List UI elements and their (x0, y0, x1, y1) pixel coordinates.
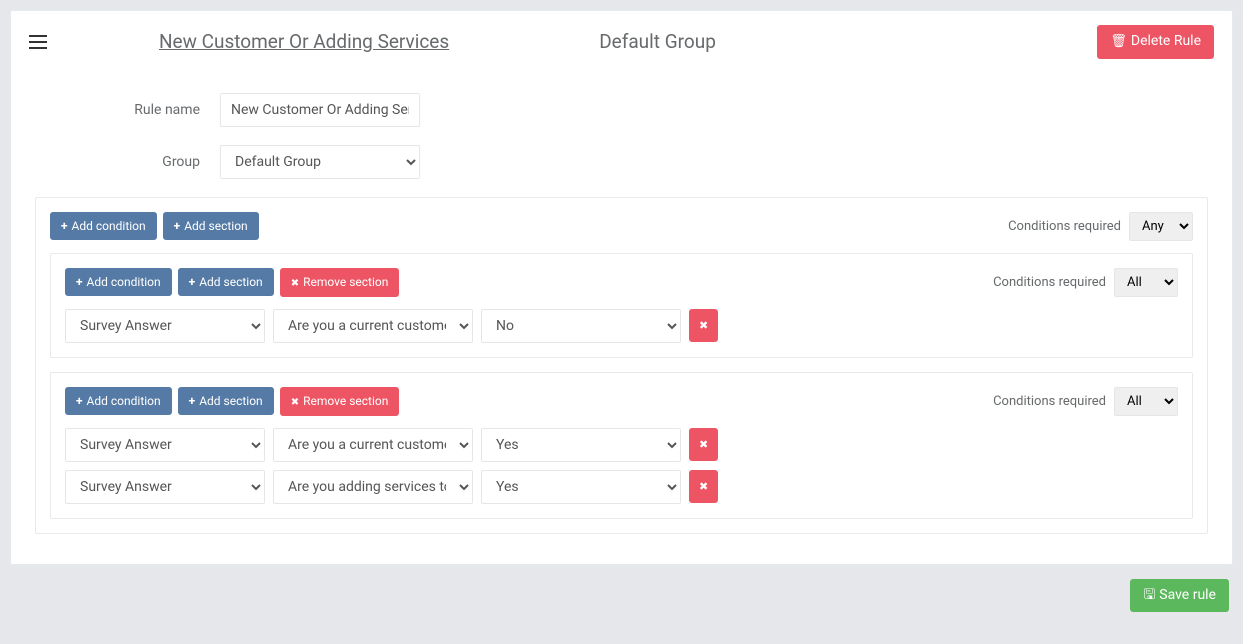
remove-condition-button[interactable] (689, 428, 718, 462)
condition-answer-select[interactable]: Yes (481, 470, 681, 504)
close-icon (291, 393, 303, 410)
close-icon (699, 435, 708, 455)
rule-name-label: Rule name (35, 102, 220, 118)
add-section-label: Add section (184, 218, 248, 235)
condition-question-select[interactable]: Are you a current customer? (273, 428, 473, 462)
save-rule-button[interactable]: Save rule (1130, 579, 1229, 613)
delete-rule-button[interactable]: Delete Rule (1097, 25, 1214, 59)
condition-row: Survey Answer Are you a current customer… (65, 428, 1178, 462)
add-section-button[interactable]: Add section (178, 387, 274, 416)
add-section-button[interactable]: Add section (163, 212, 259, 241)
section-toolbar: Add condition Add section Remove section… (65, 268, 1178, 297)
close-icon (699, 316, 708, 336)
condition-type-select[interactable]: Survey Answer (65, 428, 265, 462)
add-condition-button[interactable]: Add condition (65, 268, 172, 297)
condition-question-select[interactable]: Are you adding services to your existing… (273, 470, 473, 504)
rule-section: Add condition Add section Remove section… (50, 253, 1193, 358)
add-section-label: Add section (199, 393, 263, 410)
hamburger-menu-icon[interactable] (29, 33, 49, 51)
add-condition-label: Add condition (87, 274, 161, 291)
rule-name-input[interactable] (220, 93, 420, 127)
condition-answer-select[interactable]: Yes (481, 428, 681, 462)
remove-section-label: Remove section (303, 274, 388, 291)
conditions-required-label: Conditions required (993, 394, 1106, 409)
add-condition-label: Add condition (87, 393, 161, 410)
remove-condition-button[interactable] (689, 470, 718, 504)
add-condition-button[interactable]: Add condition (50, 212, 157, 241)
trash-icon (1110, 32, 1131, 52)
remove-section-button[interactable]: Remove section (280, 268, 400, 297)
remove-section-button[interactable]: Remove section (280, 387, 400, 416)
plus-icon (76, 274, 87, 291)
condition-row: Survey Answer Are you a current customer… (65, 309, 1178, 343)
group-select[interactable]: Default Group (220, 145, 420, 179)
save-icon (1143, 586, 1159, 606)
close-icon (291, 274, 303, 291)
add-condition-button[interactable]: Add condition (65, 387, 172, 416)
plus-icon (76, 393, 87, 410)
section-toolbar: Add condition Add section Remove section… (65, 387, 1178, 416)
header: New Customer Or Adding Services Default … (11, 11, 1232, 73)
condition-question-select[interactable]: Are you a current customer? (273, 309, 473, 343)
conditions-required-label: Conditions required (993, 275, 1106, 290)
conditions-required-label: Conditions required (1008, 219, 1121, 234)
plus-icon (189, 274, 200, 291)
plus-icon (189, 393, 200, 410)
save-rule-label: Save rule (1159, 586, 1216, 606)
conditions-required-select[interactable]: Any (1129, 212, 1193, 241)
condition-type-select[interactable]: Survey Answer (65, 309, 265, 343)
rules-container: Add condition Add section Conditions req… (35, 197, 1208, 534)
close-icon (699, 477, 708, 497)
condition-answer-select[interactable]: No (481, 309, 681, 343)
add-section-button[interactable]: Add section (178, 268, 274, 297)
add-section-label: Add section (199, 274, 263, 291)
rule-title-link[interactable]: New Customer Or Adding Services (159, 30, 449, 53)
rule-section: Add condition Add section Remove section… (50, 372, 1193, 519)
outer-section-toolbar: Add condition Add section Conditions req… (50, 212, 1193, 241)
plus-icon (174, 218, 185, 235)
group-title: Default Group (599, 30, 716, 53)
conditions-required-select[interactable]: All (1114, 387, 1178, 416)
conditions-required-select[interactable]: All (1114, 268, 1178, 297)
delete-rule-label: Delete Rule (1131, 32, 1201, 52)
condition-row: Survey Answer Are you adding services to… (65, 470, 1178, 504)
remove-section-label: Remove section (303, 393, 388, 410)
add-condition-label: Add condition (72, 218, 146, 235)
plus-icon (61, 218, 72, 235)
condition-type-select[interactable]: Survey Answer (65, 470, 265, 504)
group-label: Group (35, 154, 220, 170)
remove-condition-button[interactable] (689, 309, 718, 343)
